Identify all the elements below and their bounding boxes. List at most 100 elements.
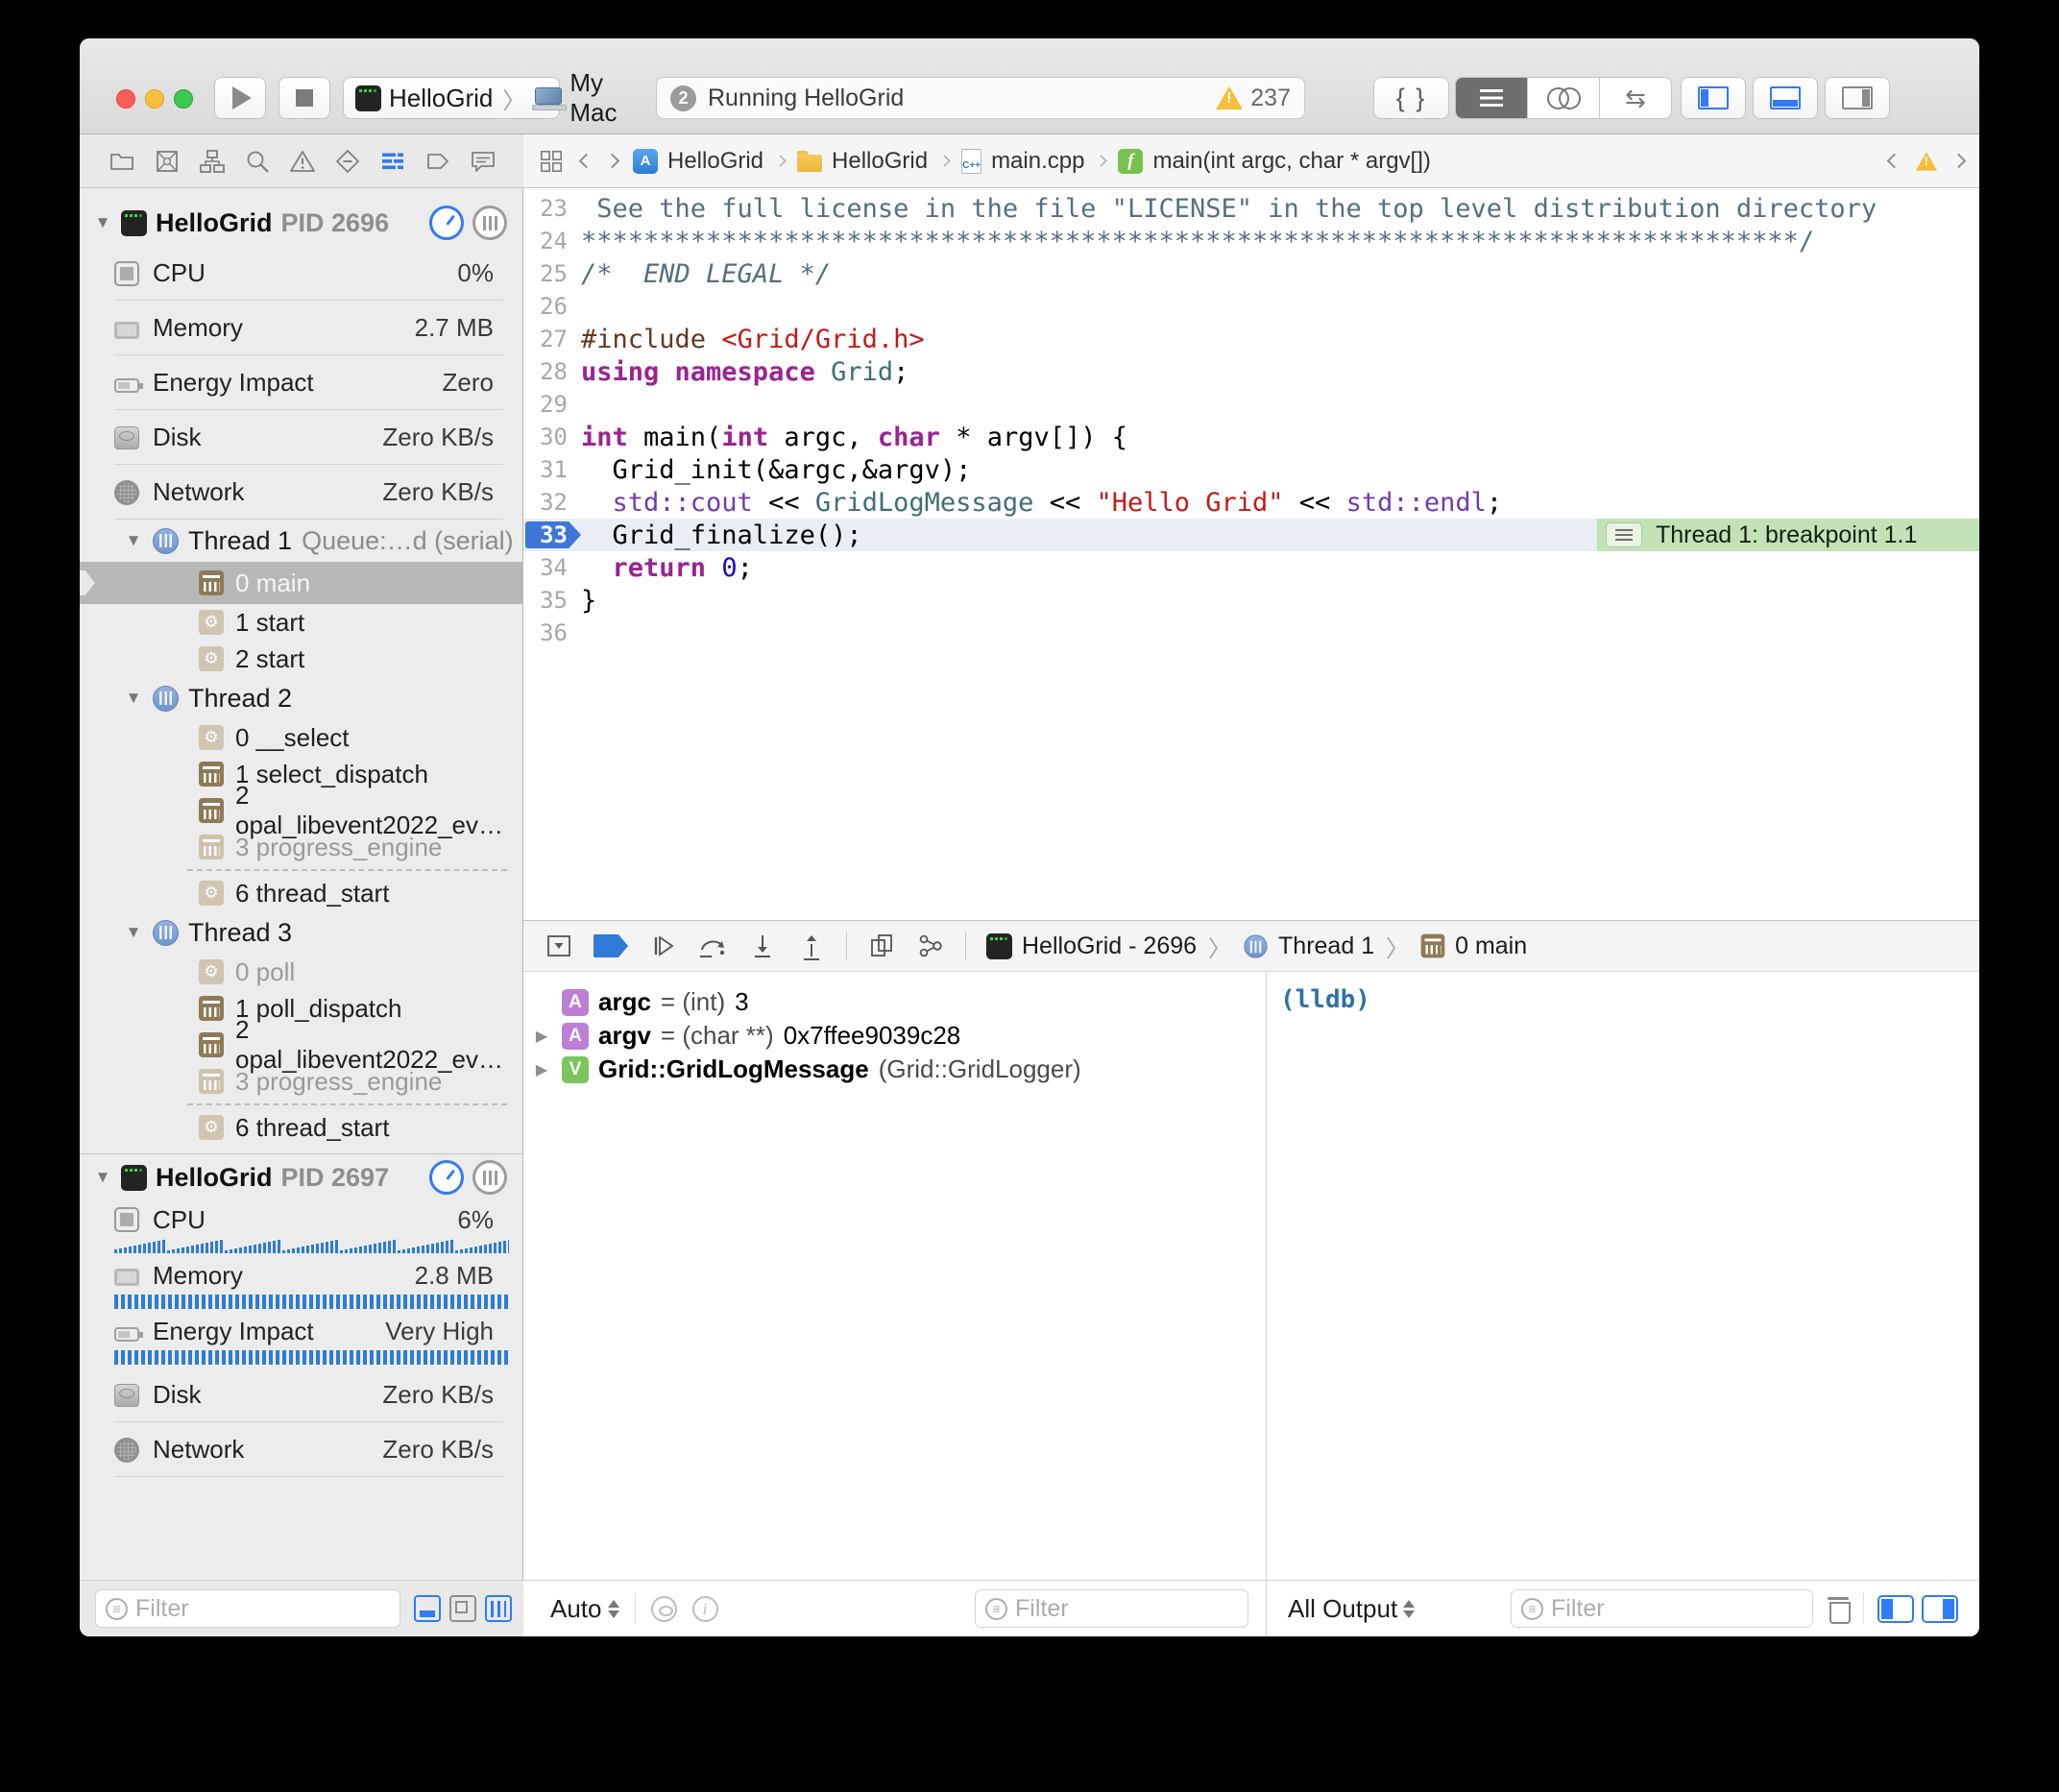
code-line[interactable]: 30int main(int argc, char * argv[]) {	[523, 421, 1979, 453]
gauge-row-cpu[interactable]: CPU0%	[80, 246, 522, 301]
issue-navigator-icon[interactable]	[289, 148, 316, 175]
breadcrumb-thread[interactable]: Thread 1	[1278, 932, 1374, 960]
disclosure-triangle-icon[interactable]: ▼	[93, 213, 112, 232]
variables-view[interactable]: Aargc= (int)3▶Aargv= (char **)0x7ffee903…	[523, 972, 1266, 1580]
forward-button[interactable]	[605, 154, 620, 169]
disclosure-triangle-icon[interactable]: ▼	[124, 689, 143, 708]
disclosure-triangle-icon[interactable]: ▶	[531, 1027, 552, 1046]
filter-view-mode-icon[interactable]	[449, 1595, 476, 1622]
line-number[interactable]: 35	[523, 587, 568, 614]
console-filter-field[interactable]: ≡ Filter	[1511, 1589, 1813, 1628]
variable-row[interactable]: Aargc= (int)3	[523, 985, 1266, 1019]
assistant-editor-button[interactable]	[1528, 78, 1600, 118]
report-navigator-icon[interactable]	[470, 148, 497, 175]
debug-memory-graph-button[interactable]	[916, 932, 945, 960]
breakpoint-annotation[interactable]: Thread 1: breakpoint 1.1	[1597, 519, 1979, 551]
deactivate-breakpoints-button[interactable]	[593, 934, 628, 957]
process-row[interactable]: ▼HelloGridPID 2697	[80, 1154, 522, 1200]
zoom-window-button[interactable]	[174, 89, 193, 109]
thread-row[interactable]: ▼Thread 1 Queue:…d (serial)	[80, 520, 522, 562]
gauge-row-memory[interactable]: Memory2.8 MB	[80, 1256, 522, 1295]
step-into-button[interactable]	[748, 932, 777, 960]
minimize-window-button[interactable]	[145, 89, 164, 109]
gauge-row-memory[interactable]: Memory2.7 MB	[80, 301, 522, 355]
disclosure-triangle-icon[interactable]: ▼	[93, 1168, 112, 1187]
navigator-filter-field[interactable]: ≡ Filter	[95, 1589, 400, 1628]
code-line[interactable]: 28using namespace Grid;	[523, 355, 1979, 388]
stack-frame-row[interactable]: ⚙1 start	[80, 604, 522, 641]
stack-frame-row[interactable]: 3 progress_engine	[80, 1063, 522, 1100]
close-window-button[interactable]	[116, 89, 135, 109]
project-navigator-icon[interactable]	[109, 148, 135, 175]
variables-scope-dropdown[interactable]: Auto	[550, 1594, 619, 1624]
code-line[interactable]: 25/* END LEGAL */	[523, 257, 1979, 290]
activity-view[interactable]: 2 Running HelloGrid 237	[656, 77, 1305, 119]
line-number[interactable]: 28	[523, 358, 568, 385]
test-navigator-icon[interactable]	[334, 148, 361, 175]
line-number[interactable]: 32	[523, 489, 568, 516]
source-control-navigator-icon[interactable]	[154, 148, 181, 175]
disclosure-triangle-icon[interactable]: ▶	[531, 1060, 552, 1079]
stack-frame-row[interactable]: ⚙0 __select	[80, 719, 522, 756]
jumpbar-project[interactable]: HelloGrid	[667, 148, 763, 175]
stack-frame-row[interactable]: 2 opal_libevent2022_ev…	[80, 1027, 522, 1063]
gauge-row-network[interactable]: NetworkZero KB/s	[80, 1422, 522, 1477]
previous-issue-button[interactable]	[1887, 154, 1902, 169]
filter-running-processes-icon[interactable]	[414, 1595, 441, 1622]
gauge-row-disk[interactable]: DiskZero KB/s	[80, 1368, 522, 1422]
run-button[interactable]	[214, 77, 266, 119]
jumpbar-file[interactable]: main.cpp	[991, 148, 1084, 175]
jumpbar-group[interactable]: HelloGrid	[832, 148, 928, 175]
code-line[interactable]: 36	[523, 617, 1979, 649]
back-button[interactable]	[579, 154, 594, 169]
source-editor[interactable]: 23 See the full license in the file "LIC…	[523, 188, 1979, 920]
pause-columns-button[interactable]	[472, 206, 507, 240]
gauge-row-cpu[interactable]: CPU6%	[80, 1200, 522, 1239]
console-view[interactable]: (lldb)	[1266, 972, 1979, 1580]
line-number[interactable]: 27	[523, 326, 568, 352]
gauge-row-network[interactable]: NetworkZero KB/s	[80, 465, 522, 520]
performance-gauge-button[interactable]	[429, 206, 464, 240]
jumpbar-symbol[interactable]: main(int argc, char * argv[])	[1152, 148, 1430, 175]
toggle-debug-area-button[interactable]	[1753, 77, 1818, 119]
stack-frame-row[interactable]: ⚙2 start	[80, 641, 522, 677]
gauge-row-energy-impact[interactable]: Energy ImpactVery High	[80, 1312, 522, 1350]
toggle-navigator-button[interactable]	[1681, 77, 1746, 119]
disclosure-triangle-icon[interactable]: ▼	[124, 531, 143, 550]
performance-gauge-button[interactable]	[429, 1160, 464, 1195]
line-number[interactable]: 30	[523, 424, 568, 450]
stack-frame-row[interactable]: 0 main	[80, 562, 522, 604]
code-line[interactable]: 35}	[523, 584, 1979, 617]
info-icon[interactable]: i	[692, 1596, 718, 1622]
pause-columns-button[interactable]	[472, 1160, 507, 1195]
related-items-icon[interactable]	[539, 149, 564, 174]
quick-look-icon[interactable]	[651, 1596, 677, 1622]
breadcrumb-frame[interactable]: 0 main	[1455, 932, 1527, 960]
line-number[interactable]: 25	[523, 260, 568, 287]
thread-row[interactable]: ▼Thread 3	[80, 911, 522, 954]
step-out-button[interactable]	[797, 932, 826, 960]
console-output-dropdown[interactable]: All Output	[1288, 1594, 1415, 1624]
continue-button[interactable]	[648, 932, 677, 960]
breadcrumb-process[interactable]: HelloGrid - 2696	[1022, 932, 1197, 960]
hide-debug-area-button[interactable]	[545, 932, 573, 960]
code-line[interactable]: 29	[523, 388, 1979, 421]
stack-frame-row[interactable]: 3 progress_engine	[80, 829, 522, 865]
code-line[interactable]: 34 return 0;	[523, 551, 1979, 584]
stack-frame-row[interactable]: 2 opal_libevent2022_ev…	[80, 792, 522, 829]
show-console-button[interactable]	[1922, 1595, 1958, 1623]
code-line[interactable]: 31 Grid_init(&argc,&argv);	[523, 453, 1979, 486]
toggle-inspector-button[interactable]	[1825, 77, 1890, 119]
standard-editor-button[interactable]	[1456, 78, 1528, 118]
stack-frame-row[interactable]: ⚙0 poll	[80, 954, 522, 990]
code-line[interactable]: 32 std::cout << GridLogMessage << "Hello…	[523, 486, 1979, 519]
breakpoint-navigator-icon[interactable]	[424, 148, 451, 175]
variable-row[interactable]: ▶VGrid::GridLogMessage(Grid::GridLogger)	[523, 1053, 1266, 1086]
clear-console-button[interactable]	[1827, 1595, 1850, 1622]
line-number[interactable]: 31	[523, 456, 568, 483]
warning-icon[interactable]	[1916, 152, 1937, 170]
gauge-row-disk[interactable]: DiskZero KB/s	[80, 410, 522, 465]
scheme-selector[interactable]: HelloGrid 〉 My Mac	[343, 77, 560, 119]
code-line[interactable]: 33 Grid_finalize();Thread 1: breakpoint …	[523, 519, 1979, 551]
stop-button[interactable]	[279, 77, 330, 119]
